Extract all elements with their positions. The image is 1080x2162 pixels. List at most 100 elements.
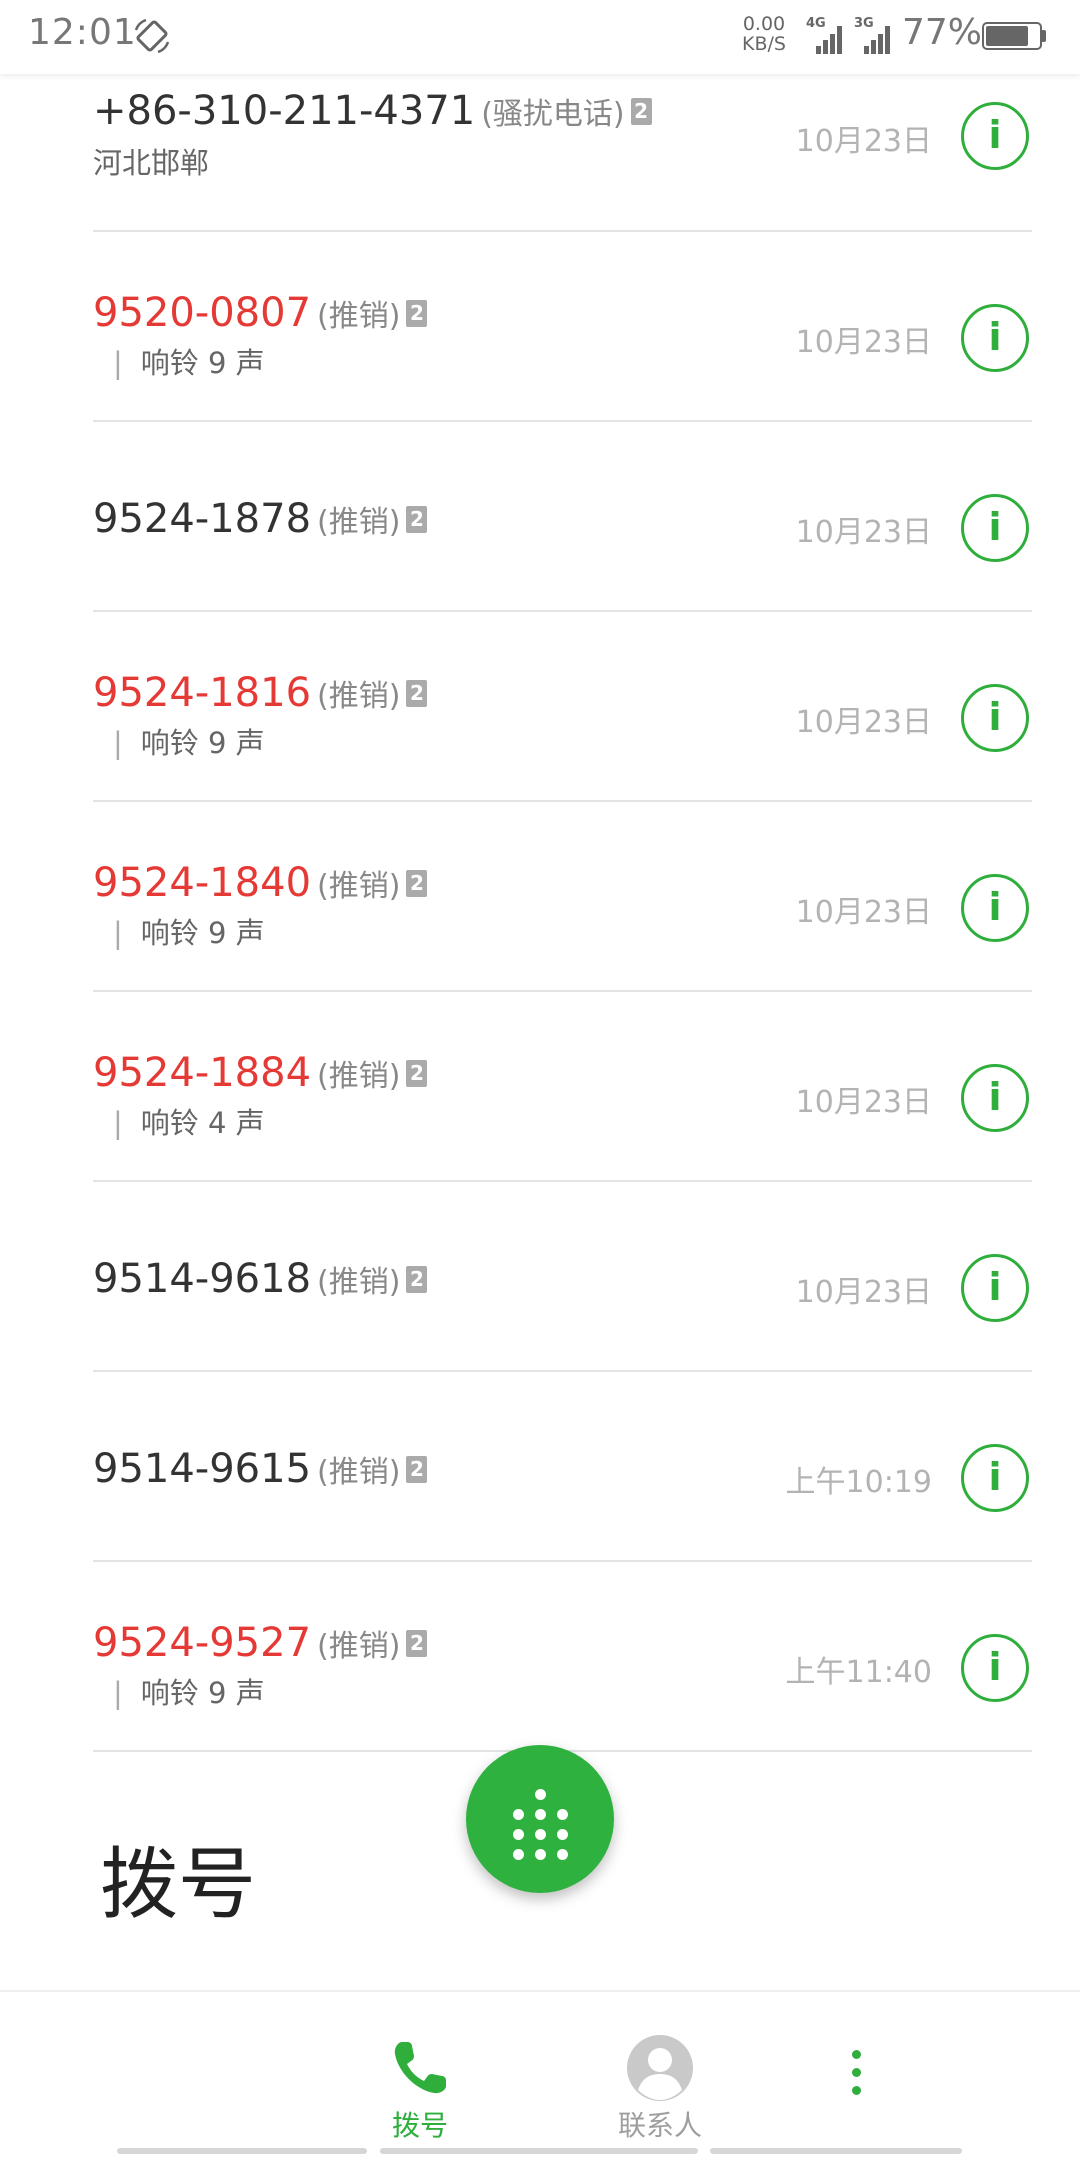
nav-item-dial[interactable]: 拨号	[320, 1992, 520, 2142]
contact-avatar-icon	[627, 2035, 693, 2101]
number-tag: (推销)	[317, 869, 401, 904]
signal-icon: 4G	[806, 16, 846, 56]
network-speed: 0.00 KB/S	[738, 14, 790, 54]
nav-label-dial: 拨号	[391, 2109, 448, 2142]
location-text: 河北邯郸	[93, 146, 210, 180]
number-tag: (推销)	[317, 299, 401, 334]
page-indicators	[0, 2148, 1080, 2154]
signal-icon: 3G	[854, 16, 894, 56]
separator-mark: |	[113, 346, 123, 380]
dialpad-dot	[535, 1809, 546, 1820]
info-icon[interactable]: i	[961, 102, 1029, 170]
call-subtitle: | 响铃 9 声	[93, 340, 265, 382]
call-number-line: 9524-1816 (推销) 2	[93, 670, 428, 716]
sim-2-icon: 2	[406, 1060, 428, 1087]
call-number-line: 9524-9527 (推销) 2	[93, 1620, 428, 1666]
call-subtitle: | 响铃 9 声	[93, 910, 265, 952]
ring-count: 响铃 9 声	[140, 346, 265, 380]
separator-mark: |	[113, 916, 123, 950]
phone-number: 9524-1884	[93, 1050, 312, 1096]
more-vertical-icon[interactable]	[842, 2050, 872, 2110]
dialpad-dot	[513, 1809, 524, 1820]
call-date: 10月23日	[795, 515, 932, 550]
call-number-line: 9524-1878 (推销) 2	[93, 496, 428, 542]
call-log-item[interactable]: 9524-9527 (推销) 2 | 响铃 9 声 上午11:40 i	[0, 1562, 1080, 1752]
ring-count: 响铃 4 声	[140, 1106, 265, 1140]
info-icon[interactable]: i	[961, 1254, 1029, 1322]
status-time: 12:01	[28, 12, 137, 53]
separator-mark: |	[113, 1106, 123, 1140]
dialpad-button[interactable]	[466, 1745, 614, 1893]
phone-icon	[394, 2042, 446, 2094]
call-number-line: 9520-0807 (推销) 2	[93, 290, 428, 336]
call-log-item[interactable]: 9514-9615 (推销) 2 上午10:19 i	[0, 1372, 1080, 1562]
call-log-item[interactable]: +86-310-211-4371 (骚扰电话) 2 河北邯郸 10月23日 i	[0, 74, 1080, 232]
info-icon[interactable]: i	[961, 874, 1029, 942]
call-log-item[interactable]: 9524-1840 (推销) 2 | 响铃 9 声 10月23日 i	[0, 802, 1080, 992]
bottom-nav: 拨号 联系人	[0, 1990, 1080, 2162]
number-tag: (骚扰电话)	[481, 97, 625, 132]
info-icon[interactable]: i	[961, 1064, 1029, 1132]
call-subtitle: 河北邯郸	[93, 140, 209, 182]
dialpad-dot	[557, 1829, 568, 1840]
phone-number: 9524-1840	[93, 860, 312, 906]
call-number-line: 9514-9618 (推销) 2	[93, 1256, 428, 1302]
phone-number: 9524-1878	[93, 496, 312, 542]
call-subtitle: | 响铃 4 声	[93, 1100, 265, 1142]
dialpad-dot	[513, 1829, 524, 1840]
call-log-item[interactable]: 9520-0807 (推销) 2 | 响铃 9 声 10月23日 i	[0, 232, 1080, 422]
sim-2-icon: 2	[406, 870, 428, 897]
signal-type-label: 3G	[854, 16, 874, 31]
dialpad-dot	[535, 1849, 546, 1860]
call-date: 上午11:40	[785, 1655, 932, 1690]
call-subtitle: | 响铃 9 声	[93, 1670, 265, 1712]
phone-number: 9524-9527	[93, 1620, 312, 1666]
call-log-item[interactable]: 9524-1878 (推销) 2 10月23日 i	[0, 422, 1080, 612]
battery-percent: 77%	[902, 12, 983, 53]
separator-mark: |	[113, 1676, 123, 1710]
dialpad-dot	[557, 1849, 568, 1860]
sim-2-icon: 2	[406, 1266, 428, 1293]
info-icon[interactable]: i	[961, 304, 1029, 372]
dialpad-dot	[535, 1789, 546, 1800]
phone-number: 9524-1816	[93, 670, 312, 716]
info-icon[interactable]: i	[961, 1444, 1029, 1512]
number-tag: (推销)	[317, 505, 401, 540]
dialpad-dot	[535, 1829, 546, 1840]
number-tag: (推销)	[317, 1629, 401, 1664]
nav-item-contacts[interactable]: 联系人	[560, 1992, 760, 2142]
call-log-item[interactable]: 9514-9618 (推销) 2 10月23日 i	[0, 1182, 1080, 1372]
ring-count: 响铃 9 声	[140, 916, 265, 950]
info-icon[interactable]: i	[961, 1634, 1029, 1702]
sim-2-icon: 2	[406, 1456, 428, 1483]
info-icon[interactable]: i	[961, 494, 1029, 562]
call-log-item[interactable]: 9524-1816 (推销) 2 | 响铃 9 声 10月23日 i	[0, 612, 1080, 802]
call-date: 上午10:19	[785, 1465, 932, 1500]
phone-number: +86-310-211-4371	[93, 88, 476, 134]
call-log-item[interactable]: 9524-1884 (推销) 2 | 响铃 4 声 10月23日 i	[0, 992, 1080, 1182]
number-tag: (推销)	[317, 1455, 401, 1490]
phone-number: 9520-0807	[93, 290, 312, 336]
info-icon[interactable]: i	[961, 684, 1029, 752]
call-date: 10月23日	[795, 1085, 932, 1120]
separator-mark: |	[113, 726, 123, 760]
call-subtitle: | 响铃 9 声	[93, 720, 265, 762]
status-bar: 12:01 0.00 KB/S 4G 3G 77%	[0, 0, 1080, 74]
signal-type-label: 4G	[806, 16, 826, 31]
phone-number: 9514-9615	[93, 1446, 312, 1492]
dialpad-dot	[513, 1849, 524, 1860]
call-log-list[interactable]: +86-310-211-4371 (骚扰电话) 2 河北邯郸 10月23日 i 9520-0…	[0, 74, 1080, 1752]
nav-label-contacts: 联系人	[617, 2109, 702, 2142]
phone-number: 9514-9618	[93, 1256, 312, 1302]
number-tag: (推销)	[317, 1265, 401, 1300]
sim-2-icon: 2	[406, 506, 428, 533]
call-date: 10月23日	[795, 705, 932, 740]
sim-2-icon: 2	[406, 680, 428, 707]
call-date: 10月23日	[795, 1275, 932, 1310]
rotate-icon	[134, 18, 170, 54]
battery-icon	[982, 22, 1046, 50]
call-number-line: 9514-9615 (推销) 2	[93, 1446, 428, 1492]
sim-2-icon: 2	[630, 98, 652, 125]
call-number-line: +86-310-211-4371 (骚扰电话) 2	[93, 88, 652, 134]
sim-2-icon: 2	[406, 1630, 428, 1657]
